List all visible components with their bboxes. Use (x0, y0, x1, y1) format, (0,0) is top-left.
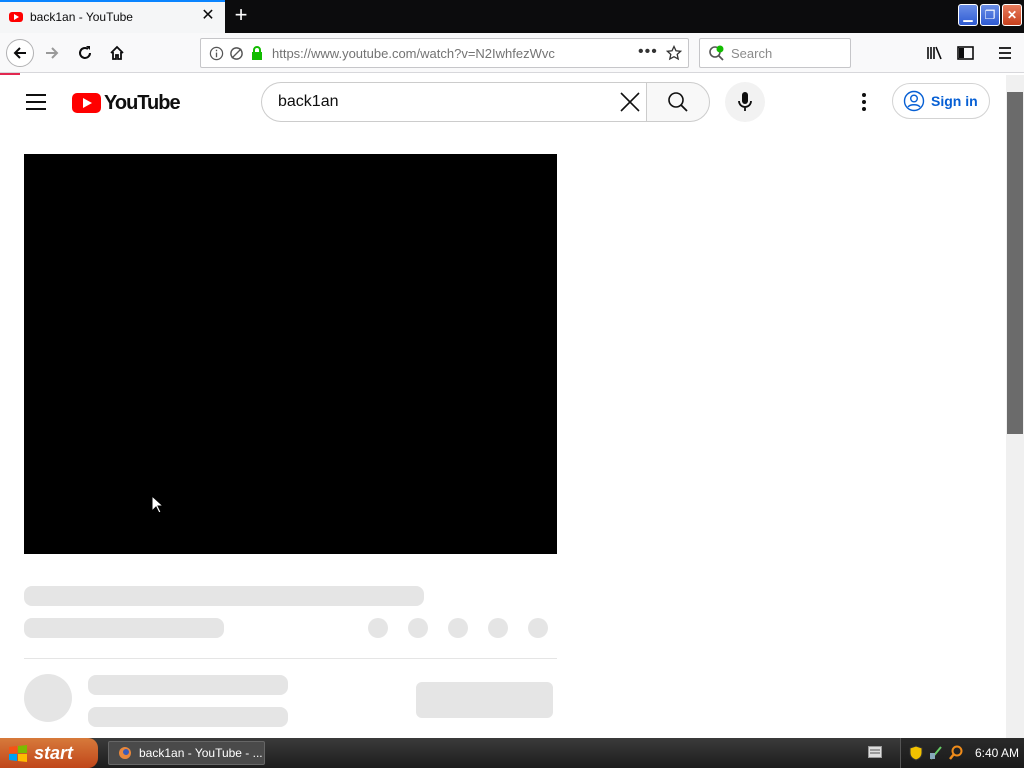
subscriber-placeholder (88, 707, 288, 727)
search-tray-icon[interactable] (949, 745, 963, 761)
channel-avatar-placeholder (24, 674, 72, 722)
arrow-left-icon (13, 47, 26, 59)
lock-icon[interactable] (250, 45, 264, 61)
account-circle-icon (903, 90, 925, 112)
network-icon[interactable] (929, 745, 943, 761)
close-tab-icon[interactable]: ✕ (200, 8, 216, 24)
taskbar-window-item[interactable]: back1an - YouTube - ... (108, 741, 265, 765)
action-placeholder (528, 618, 548, 638)
video-player[interactable] (24, 154, 557, 554)
library-icon[interactable] (926, 45, 943, 61)
browser-nav-bar: https://www.youtube.com/watch?v=N2Iwhfez… (0, 33, 1024, 73)
close-window-button[interactable]: ✕ (1002, 4, 1022, 26)
youtube-play-icon (72, 93, 101, 113)
youtube-search-value: back1an (278, 93, 339, 110)
window-controls: ▁ ❐ ✕ (958, 4, 1022, 26)
browser-search-bar[interactable]: Search (699, 38, 851, 68)
content-divider (24, 658, 557, 659)
start-label: start (34, 742, 74, 763)
keyboard-layout-icon[interactable] (868, 746, 882, 758)
search-icon (668, 92, 688, 112)
youtube-logo[interactable]: YouTube (72, 91, 181, 114)
title-placeholder (24, 586, 424, 606)
bookmark-star-icon[interactable] (666, 45, 682, 61)
security-shield-icon[interactable] (909, 745, 923, 761)
url-text: https://www.youtube.com/watch?v=N2Iwhfez… (272, 46, 555, 61)
restore-window-button[interactable]: ❐ (980, 4, 1000, 26)
youtube-header: YouTube back1an Sign in (0, 75, 1006, 130)
firefox-app-icon (119, 747, 131, 759)
action-placeholder (488, 618, 508, 638)
views-placeholder (24, 618, 224, 638)
home-icon (110, 45, 124, 60)
action-placeholder (368, 618, 388, 638)
sidebar-icon[interactable] (957, 45, 974, 61)
action-placeholder (448, 618, 468, 638)
os-taskbar: start back1an - YouTube - ... 6:40 AM (0, 738, 1024, 768)
more-options-icon[interactable] (852, 88, 876, 116)
sign-in-button[interactable]: Sign in (892, 83, 990, 119)
scrollbar-thumb[interactable] (1007, 92, 1023, 434)
system-tray: 6:40 AM (900, 738, 1024, 768)
mouse-cursor-icon (151, 495, 165, 514)
voice-search-button[interactable] (725, 82, 765, 122)
menu-icon[interactable] (997, 45, 1013, 61)
arrow-right-icon (46, 47, 59, 59)
reload-icon (79, 46, 91, 59)
youtube-search-input[interactable]: back1an (261, 82, 647, 122)
browser-tab-active[interactable]: back1an - YouTube ✕ (0, 0, 225, 33)
system-clock: 6:40 AM (975, 746, 1020, 760)
minimize-window-button[interactable]: ▁ (958, 4, 978, 26)
search-engine-icon (709, 45, 724, 61)
action-placeholder (408, 618, 428, 638)
guide-menu-icon[interactable] (26, 94, 46, 110)
subscribe-button-placeholder (416, 682, 553, 718)
home-button[interactable] (103, 39, 131, 67)
taskbar-window-label: back1an - YouTube - ... (139, 746, 263, 760)
youtube-favicon-icon (9, 12, 23, 22)
url-bar[interactable]: https://www.youtube.com/watch?v=N2Iwhfez… (200, 38, 689, 68)
new-tab-button[interactable]: + (231, 4, 251, 26)
forward-button[interactable] (38, 39, 66, 67)
page-actions-icon[interactable]: ••• (638, 43, 658, 61)
info-icon[interactable] (209, 46, 224, 61)
browser-tab-bar: back1an - YouTube ✕ + ▁ ❐ ✕ (0, 0, 1024, 33)
search-placeholder: Search (731, 46, 773, 61)
back-button[interactable] (6, 39, 34, 67)
tab-title: back1an - YouTube (30, 10, 133, 24)
clear-search-icon[interactable] (617, 89, 643, 115)
microphone-icon (738, 92, 752, 111)
channel-name-placeholder (88, 675, 288, 695)
autoplay-blocked-icon[interactable] (229, 46, 244, 61)
sign-in-label: Sign in (931, 93, 978, 109)
start-button[interactable]: start (0, 738, 98, 768)
reload-button[interactable] (71, 39, 99, 67)
windows-logo-icon (9, 745, 27, 762)
youtube-search-button[interactable] (646, 82, 710, 122)
youtube-logo-text: YouTube (104, 91, 181, 114)
